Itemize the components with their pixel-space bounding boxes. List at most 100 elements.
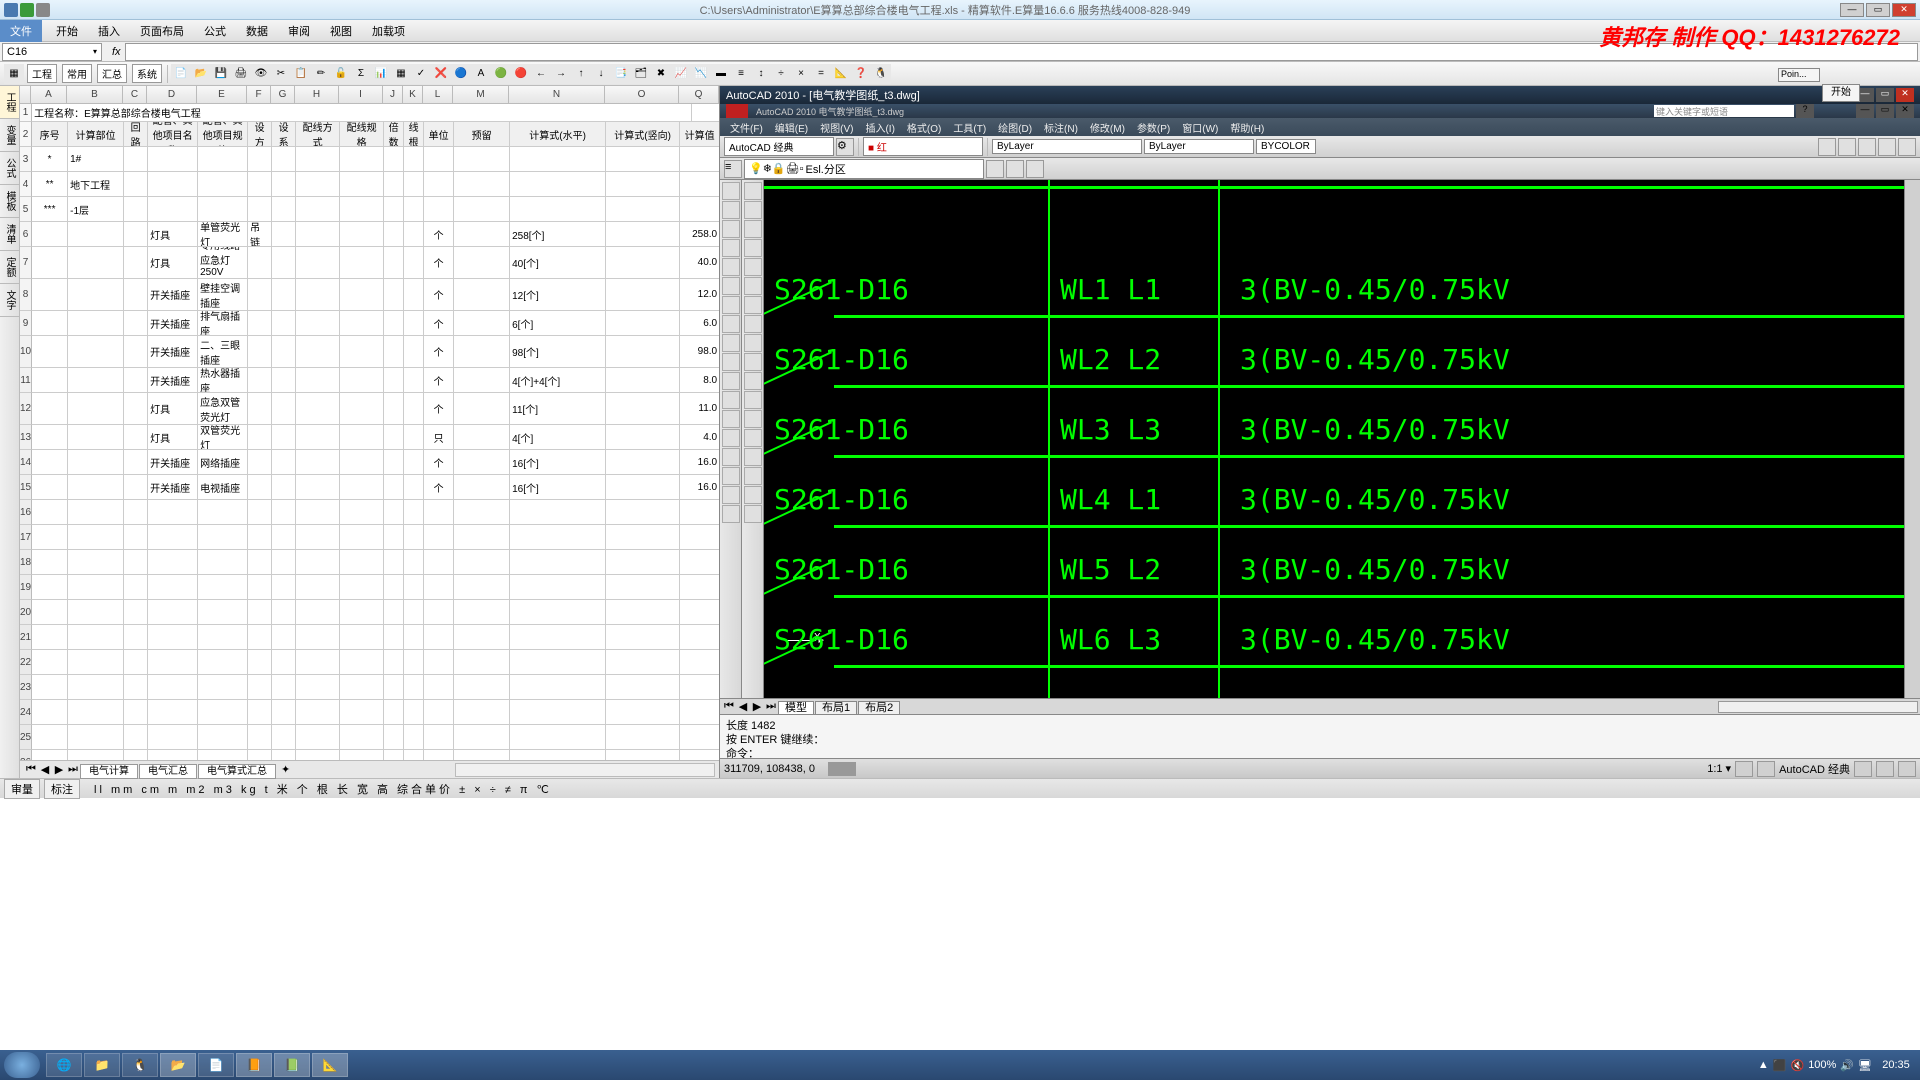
cell[interactable] bbox=[272, 525, 296, 549]
cell[interactable] bbox=[424, 650, 454, 674]
cell[interactable] bbox=[340, 425, 384, 449]
cell[interactable] bbox=[454, 475, 510, 499]
cell[interactable] bbox=[272, 247, 296, 278]
file-menu[interactable]: 文件 bbox=[0, 20, 42, 42]
cell[interactable]: 258.0 bbox=[680, 222, 719, 246]
cell[interactable] bbox=[68, 368, 124, 392]
col-header[interactable]: D bbox=[147, 86, 197, 103]
side-tab-文字[interactable]: 文字 bbox=[0, 284, 19, 317]
cell[interactable]: 40[个] bbox=[510, 247, 606, 278]
cell[interactable] bbox=[424, 625, 454, 649]
acad-workspace-label[interactable]: AutoCAD 经典 bbox=[1779, 761, 1850, 777]
row-header[interactable]: 13 bbox=[20, 425, 32, 450]
cell[interactable] bbox=[510, 650, 606, 674]
toolbar-icon[interactable]: ÷ bbox=[771, 64, 791, 84]
cell[interactable]: 吊链 bbox=[248, 222, 272, 246]
cell[interactable] bbox=[32, 650, 68, 674]
acad-tool-icon[interactable]: ⚙ bbox=[836, 138, 854, 156]
cell[interactable] bbox=[32, 393, 68, 424]
cell[interactable] bbox=[124, 336, 148, 367]
cell[interactable] bbox=[68, 675, 124, 699]
cell[interactable] bbox=[680, 525, 719, 549]
cell[interactable] bbox=[404, 475, 424, 499]
acad-tool-button[interactable] bbox=[722, 505, 740, 523]
acad-tool-button[interactable] bbox=[722, 448, 740, 466]
cell[interactable] bbox=[606, 550, 680, 574]
acad-tool-icon[interactable] bbox=[1858, 138, 1876, 156]
cell[interactable]: 开关插座 bbox=[148, 336, 198, 367]
cell[interactable] bbox=[124, 222, 148, 246]
cell[interactable] bbox=[454, 311, 510, 335]
cell[interactable] bbox=[272, 172, 296, 196]
cell[interactable] bbox=[384, 311, 404, 335]
cell[interactable] bbox=[606, 393, 680, 424]
cell[interactable] bbox=[248, 336, 272, 367]
cell[interactable] bbox=[272, 625, 296, 649]
cell[interactable] bbox=[510, 625, 606, 649]
col-header[interactable]: N bbox=[509, 86, 605, 103]
cell[interactable] bbox=[404, 425, 424, 449]
cell[interactable] bbox=[248, 425, 272, 449]
cell[interactable] bbox=[296, 368, 340, 392]
cell[interactable]: 个 bbox=[424, 311, 454, 335]
sheet-tab[interactable]: 电气算式汇总 bbox=[198, 764, 276, 779]
cell[interactable] bbox=[124, 197, 148, 221]
acad-tool-icon[interactable] bbox=[1878, 138, 1896, 156]
cell[interactable]: 灯具 bbox=[148, 393, 198, 424]
cell[interactable] bbox=[454, 725, 510, 749]
cell[interactable] bbox=[606, 575, 680, 599]
cell[interactable] bbox=[296, 725, 340, 749]
cell[interactable] bbox=[680, 147, 719, 171]
acad-tool-button[interactable] bbox=[722, 315, 740, 333]
cell[interactable] bbox=[124, 147, 148, 171]
menu-公式[interactable]: 公式 bbox=[194, 23, 236, 41]
cell[interactable] bbox=[606, 650, 680, 674]
cell[interactable] bbox=[272, 500, 296, 524]
cell[interactable] bbox=[148, 600, 198, 624]
cell[interactable] bbox=[340, 222, 384, 246]
cell[interactable]: 个 bbox=[424, 279, 454, 310]
cell[interactable] bbox=[148, 197, 198, 221]
col-header[interactable]: L bbox=[423, 86, 453, 103]
toolbar-icon[interactable]: ❌ bbox=[431, 64, 451, 84]
cell[interactable] bbox=[198, 197, 248, 221]
toolbar-icon[interactable]: 📊 bbox=[371, 64, 391, 84]
cell[interactable] bbox=[454, 425, 510, 449]
tray-icon[interactable]: ⬛ bbox=[1773, 1059, 1787, 1072]
cell[interactable] bbox=[296, 625, 340, 649]
horizontal-scrollbar[interactable] bbox=[455, 763, 715, 777]
cell[interactable] bbox=[404, 393, 424, 424]
cell[interactable]: 11.0 bbox=[680, 393, 719, 424]
cell[interactable] bbox=[272, 475, 296, 499]
cell[interactable] bbox=[272, 368, 296, 392]
cell[interactable] bbox=[680, 197, 719, 221]
acad-tool-button[interactable] bbox=[744, 334, 762, 352]
cell[interactable] bbox=[198, 500, 248, 524]
cell[interactable] bbox=[340, 700, 384, 724]
cell[interactable] bbox=[384, 675, 404, 699]
cell[interactable] bbox=[404, 368, 424, 392]
cell[interactable]: 灯具 bbox=[148, 247, 198, 278]
cell[interactable]: 灯具 bbox=[148, 425, 198, 449]
tray-icon[interactable]: 🖥 bbox=[1858, 1059, 1872, 1072]
cell[interactable] bbox=[68, 336, 124, 367]
acad-layout-tab[interactable]: 模型 bbox=[778, 701, 814, 715]
cell[interactable] bbox=[340, 172, 384, 196]
col-header[interactable]: O bbox=[605, 86, 679, 103]
cell[interactable] bbox=[124, 500, 148, 524]
cell[interactable] bbox=[32, 625, 68, 649]
row-header[interactable]: 9 bbox=[20, 311, 32, 336]
acad-color-dropdown[interactable]: ■ 红 bbox=[863, 137, 983, 156]
toolbar-icon[interactable]: ✏ bbox=[311, 64, 331, 84]
acad-tool-button[interactable] bbox=[744, 277, 762, 295]
cell[interactable] bbox=[454, 247, 510, 278]
side-tab-定额[interactable]: 定额 bbox=[0, 251, 19, 284]
cell[interactable] bbox=[510, 550, 606, 574]
cell[interactable]: 11[个] bbox=[510, 393, 606, 424]
cell[interactable] bbox=[296, 750, 340, 760]
cell[interactable] bbox=[124, 625, 148, 649]
cell[interactable] bbox=[296, 336, 340, 367]
cell[interactable] bbox=[510, 575, 606, 599]
row-header[interactable]: 15 bbox=[20, 475, 32, 500]
cell[interactable] bbox=[340, 450, 384, 474]
